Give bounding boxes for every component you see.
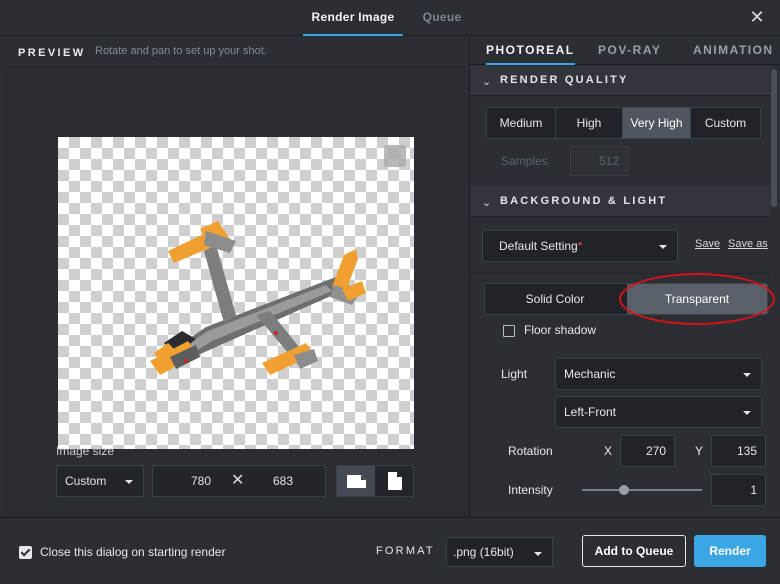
settings-scrollbar[interactable]	[771, 69, 777, 207]
tab-photoreal[interactable]: PHOTOREAL	[486, 37, 575, 65]
light-preset-dropdown[interactable]: Mechanic	[555, 358, 762, 390]
light-preset-value: Mechanic	[564, 367, 616, 381]
aircraft-model-image	[150, 221, 366, 375]
image-dimensions: 780 ✕ 683	[152, 465, 326, 497]
close-on-render-label: Close this dialog on starting render	[40, 545, 226, 559]
background-mode-toggle: Solid Color Transparent	[484, 283, 768, 315]
preview-subtitle: Rotate and pan to set up your shot.	[95, 45, 267, 57]
orientation-toggle	[336, 465, 414, 497]
times-icon: ✕	[231, 472, 245, 489]
close-on-render-checkbox[interactable]	[19, 546, 32, 559]
quality-selector: Medium High Very High Custom	[486, 107, 761, 139]
quality-custom-button[interactable]: Custom	[691, 108, 760, 138]
portrait-icon	[388, 472, 402, 490]
background-light-header[interactable]: ⌄ BACKGROUND & LIGHT	[470, 187, 770, 217]
samples-input: 512	[570, 146, 628, 176]
tab-animation[interactable]: ANIMATION	[693, 37, 774, 65]
quality-very-high-button[interactable]: Very High	[623, 108, 691, 138]
transparent-button[interactable]: Transparent	[627, 284, 767, 314]
floor-shadow-checkbox[interactable]	[503, 325, 515, 337]
renderer-tabs: PHOTOREAL POV-RAY ANIMATION	[470, 37, 780, 65]
solid-color-button[interactable]: Solid Color	[485, 284, 625, 314]
format-dropdown[interactable]: .png (16bit)	[446, 537, 553, 567]
rotation-y-input[interactable]: 135	[711, 435, 766, 467]
save-link[interactable]: Save	[695, 238, 720, 250]
tab-render-image[interactable]: Render Image	[303, 0, 403, 36]
chevron-down-icon	[743, 411, 751, 415]
chevron-down-icon: ⌄	[482, 76, 492, 88]
tab-pov-ray[interactable]: POV-RAY	[598, 37, 661, 65]
chevron-down-icon	[659, 245, 667, 249]
preview-panel: PREVIEW Rotate and pan to set up your sh…	[0, 37, 468, 517]
save-as-link[interactable]: Save as	[728, 238, 768, 250]
samples-label: Samples	[501, 154, 548, 168]
background-preset-dropdown[interactable]: Default Setting*	[482, 230, 678, 262]
intensity-slider-knob[interactable]	[619, 485, 629, 495]
background-preset-value: Default Setting	[499, 239, 578, 253]
chevron-down-icon: ⌄	[482, 197, 492, 209]
portrait-button[interactable]	[376, 466, 414, 496]
landscape-icon	[347, 475, 366, 488]
width-input[interactable]: 780	[181, 466, 221, 496]
render-button[interactable]: Render	[694, 535, 766, 567]
dialog-header: Render Image Queue ✕	[0, 0, 780, 36]
render-canvas[interactable]	[58, 137, 414, 449]
chevron-down-icon	[743, 373, 751, 377]
render-quality-title: RENDER QUALITY	[500, 74, 629, 86]
format-label: FORMAT	[376, 545, 435, 557]
size-preset-dropdown[interactable]: Custom	[56, 465, 144, 497]
close-icon[interactable]: ✕	[748, 8, 766, 26]
rotation-x-label: X	[604, 444, 613, 458]
settings-panel: PHOTOREAL POV-RAY ANIMATION ⌄ RENDER QUA…	[469, 37, 780, 517]
dialog-footer: Close this dialog on starting render FOR…	[0, 517, 780, 584]
image-size-label: Image size	[56, 444, 115, 458]
chevron-down-icon	[125, 480, 133, 484]
floor-shadow-label: Floor shadow	[524, 323, 597, 337]
intensity-label: Intensity	[508, 483, 553, 497]
rotation-x-input[interactable]: 270	[620, 435, 675, 467]
render-quality-header[interactable]: ⌄ RENDER QUALITY	[470, 66, 770, 96]
format-value: .png (16bit)	[453, 545, 514, 559]
light-direction-dropdown[interactable]: Left-Front	[555, 396, 762, 428]
light-direction-value: Left-Front	[564, 405, 617, 419]
canvas-corner-handle[interactable]	[384, 145, 406, 167]
divider	[470, 273, 770, 274]
intensity-input[interactable]: 1	[711, 474, 766, 506]
rotation-label: Rotation	[508, 444, 553, 458]
rotation-y-label: Y	[695, 444, 704, 458]
add-to-queue-button[interactable]: Add to Queue	[582, 535, 686, 567]
modified-mark: *	[577, 239, 583, 253]
light-label: Light	[501, 367, 528, 381]
preview-title: PREVIEW	[18, 47, 86, 59]
height-input[interactable]: 683	[263, 466, 303, 496]
size-preset-value: Custom	[65, 474, 107, 488]
landscape-button[interactable]	[337, 466, 375, 496]
background-light-title: BACKGROUND & LIGHT	[500, 195, 668, 207]
chevron-down-icon	[534, 552, 542, 556]
quality-high-button[interactable]: High	[556, 108, 623, 138]
preview-viewport[interactable]: Image size Custom 780 ✕ 683	[4, 67, 466, 515]
intensity-slider-track[interactable]	[582, 489, 702, 491]
preview-header: PREVIEW Rotate and pan to set up your sh…	[18, 45, 267, 61]
tab-queue[interactable]: Queue	[412, 0, 472, 36]
quality-medium-button[interactable]: Medium	[487, 108, 556, 138]
